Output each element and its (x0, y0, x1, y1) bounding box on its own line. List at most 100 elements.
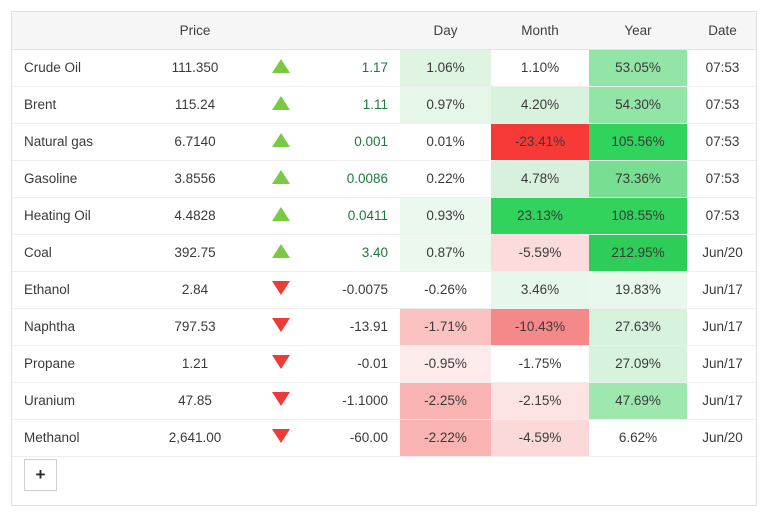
cell-commodity-name[interactable]: Coal (12, 234, 140, 272)
column-header-year[interactable]: Year (589, 12, 687, 50)
cell-day-percent: 0.97% (400, 86, 491, 124)
cell-direction (250, 271, 312, 309)
cell-direction (250, 345, 312, 383)
cell-year-percent: 54.30% (589, 86, 687, 124)
table-row[interactable]: Natural gas 6.7140 0.001 0.01% -23.41% 105.56… (12, 123, 756, 161)
cell-change: -60.00 (312, 419, 400, 457)
cell-change: 1.11 (312, 86, 400, 124)
cell-year-percent: 53.05% (589, 49, 687, 87)
cell-date: 07:53 (687, 123, 756, 161)
triangle-up-icon (272, 244, 290, 258)
table-row[interactable]: Propane 1.21 -0.01 -0.95% -1.75% 27.09% Jun/17 (12, 345, 756, 383)
cell-day-percent: 0.93% (400, 197, 491, 235)
cell-direction (250, 382, 312, 420)
cell-commodity-name[interactable]: Uranium (12, 382, 140, 420)
cell-change: 3.40 (312, 234, 400, 272)
cell-commodity-name[interactable]: Ethanol (12, 271, 140, 309)
triangle-down-icon (272, 392, 290, 406)
cell-day-percent: 1.06% (400, 49, 491, 87)
column-header-arrow[interactable] (250, 12, 312, 50)
cell-change: 1.17 (312, 49, 400, 87)
column-header-date[interactable]: Date (687, 12, 756, 50)
cell-date: Jun/17 (687, 345, 756, 383)
table-row[interactable]: Uranium 47.85 -1.1000 -2.25% -2.15% 47.69% Jun… (12, 382, 756, 420)
table-body: Crude Oil 111.350 1.17 1.06% 1.10% 53.05% 07:5… (12, 49, 756, 493)
cell-commodity-name[interactable]: Propane (12, 345, 140, 383)
cell-date: Jun/20 (687, 234, 756, 272)
cell-commodity-name[interactable]: Methanol (12, 419, 140, 457)
commodities-panel: Price Day Month Year Date Crude Oil 111.3… (11, 11, 757, 506)
cell-price: 4.4828 (140, 197, 250, 235)
cell-month-percent: 3.46% (491, 271, 589, 309)
column-header-month[interactable]: Month (491, 12, 589, 50)
cell-commodity-name[interactable]: Naphtha (12, 308, 140, 346)
triangle-down-icon (272, 429, 290, 443)
cell-month-percent: -5.59% (491, 234, 589, 272)
cell-direction (250, 308, 312, 346)
cell-change: -13.91 (312, 308, 400, 346)
cell-year-percent: 105.56% (589, 123, 687, 161)
cell-commodity-name[interactable]: Heating Oil (12, 197, 140, 235)
triangle-up-icon (272, 170, 290, 184)
cell-direction (250, 419, 312, 457)
column-header-change[interactable] (312, 12, 400, 50)
cell-year-percent: 27.09% (589, 345, 687, 383)
cell-commodity-name[interactable]: Crude Oil (12, 49, 140, 87)
cell-date: Jun/20 (687, 419, 756, 457)
triangle-up-icon (272, 96, 290, 110)
cell-change: 0.0411 (312, 197, 400, 235)
cell-direction (250, 123, 312, 161)
column-header-name[interactable] (12, 12, 140, 50)
table-header: Price Day Month Year Date (12, 12, 756, 50)
table-row[interactable]: Coal 392.75 3.40 0.87% -5.59% 212.95% Jun/20 (12, 234, 756, 272)
cell-price: 3.8556 (140, 160, 250, 198)
cell-year-percent: 47.69% (589, 382, 687, 420)
cell-change: -0.0075 (312, 271, 400, 309)
add-row-button[interactable]: + (24, 458, 57, 491)
header-row: Price Day Month Year Date (12, 12, 756, 50)
table-row[interactable]: Methanol 2,641.00 -60.00 -2.22% -4.59% 6.62% J… (12, 419, 756, 457)
table-row[interactable]: Naphtha 797.53 -13.91 -1.71% -10.43% 27.63% Ju… (12, 308, 756, 346)
cell-date: Jun/17 (687, 382, 756, 420)
cell-price: 2.84 (140, 271, 250, 309)
cell-price: 47.85 (140, 382, 250, 420)
cell-date: Jun/17 (687, 271, 756, 309)
table-row[interactable]: Brent 115.24 1.11 0.97% 4.20% 54.30% 07:53 (12, 86, 756, 124)
table-row[interactable]: Ethanol 2.84 -0.0075 -0.26% 3.46% 19.83% Jun/1… (12, 271, 756, 309)
cell-commodity-name[interactable]: Natural gas (12, 123, 140, 161)
triangle-down-icon (272, 281, 290, 295)
column-header-day[interactable]: Day (400, 12, 491, 50)
cell-direction (250, 49, 312, 87)
cell-day-percent: -0.26% (400, 271, 491, 309)
cell-direction (250, 86, 312, 124)
column-header-price[interactable]: Price (140, 12, 250, 50)
cell-commodity-name[interactable]: Gasoline (12, 160, 140, 198)
cell-day-percent: 0.01% (400, 123, 491, 161)
cell-month-percent: 1.10% (491, 49, 589, 87)
cell-year-percent: 19.83% (589, 271, 687, 309)
cell-month-percent: -4.59% (491, 419, 589, 457)
cell-price: 392.75 (140, 234, 250, 272)
cell-price: 2,641.00 (140, 419, 250, 457)
cell-date: 07:53 (687, 86, 756, 124)
cell-price: 115.24 (140, 86, 250, 124)
cell-day-percent: -1.71% (400, 308, 491, 346)
triangle-up-icon (272, 207, 290, 221)
cell-price: 1.21 (140, 345, 250, 383)
table-row[interactable]: Heating Oil 4.4828 0.0411 0.93% 23.13% 108.55… (12, 197, 756, 235)
cell-commodity-name[interactable]: Brent (12, 86, 140, 124)
page-root: Price Day Month Year Date Crude Oil 111.3… (0, 0, 768, 517)
cell-day-percent: 0.22% (400, 160, 491, 198)
cell-day-percent: -2.25% (400, 382, 491, 420)
cell-month-percent: -2.15% (491, 382, 589, 420)
cell-date: 07:53 (687, 160, 756, 198)
cell-month-percent: 23.13% (491, 197, 589, 235)
table-row[interactable]: Crude Oil 111.350 1.17 1.06% 1.10% 53.05% 07:5… (12, 49, 756, 87)
cell-month-percent: 4.20% (491, 86, 589, 124)
cell-year-percent: 212.95% (589, 234, 687, 272)
table-footer-row: + (12, 456, 756, 493)
cell-direction (250, 234, 312, 272)
cell-price: 797.53 (140, 308, 250, 346)
table-row[interactable]: Gasoline 3.8556 0.0086 0.22% 4.78% 73.36% 07:5… (12, 160, 756, 198)
cell-month-percent: 4.78% (491, 160, 589, 198)
